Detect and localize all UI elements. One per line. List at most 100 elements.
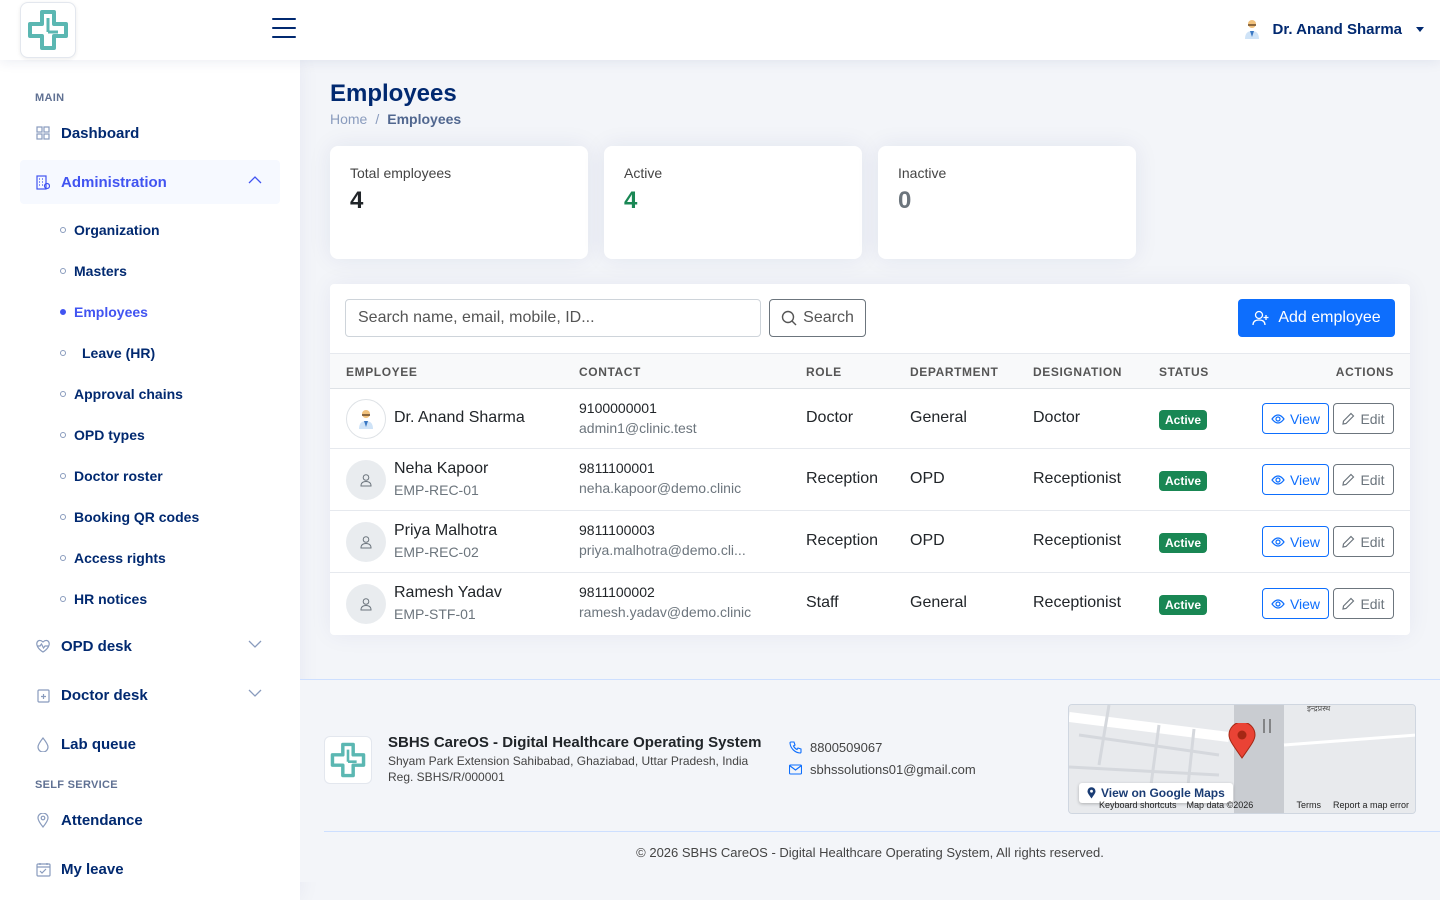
user-profile-dropdown[interactable]: Dr. Anand Sharma [1241, 18, 1424, 40]
bullet-icon [60, 514, 66, 520]
main-content: Employees Home / Employees Total employe… [300, 60, 1440, 900]
footer-registration: Reg. SBHS/R/000001 [388, 770, 505, 784]
table-row: Neha Kapoor EMP-REC-01 9811100001 neha.k… [330, 449, 1410, 511]
calendar-icon [35, 861, 51, 877]
map-keyboard-shortcuts[interactable]: Keyboard shortcuts [1099, 800, 1177, 810]
map-data: Map data ©2026 [1186, 800, 1254, 810]
sidebar-subitem-approval-chains[interactable]: Approval chains [60, 383, 183, 405]
edit-button[interactable]: Edit [1333, 403, 1394, 434]
sidebar-item-lab-queue[interactable]: Lab queue [20, 722, 280, 766]
employee-designation: Receptionist [1033, 470, 1122, 487]
breadcrumb-home-link[interactable]: Home [330, 111, 367, 127]
sidebar-item-dashboard[interactable]: Dashboard [20, 111, 280, 155]
footer-email[interactable]: sbhssolutions01@gmail.com [789, 762, 976, 777]
chevron-down-icon [248, 640, 262, 648]
sidebar-toggle-button[interactable] [272, 18, 296, 40]
bullet-icon [60, 268, 66, 274]
column-header-role: ROLE [806, 365, 842, 379]
sidebar-subitem-opd-types[interactable]: OPD types [60, 424, 145, 446]
map-report-error-link[interactable]: Report a map error [1333, 800, 1409, 810]
stat-card-inactive: Inactive 0 [878, 146, 1136, 259]
edit-button[interactable]: Edit [1333, 526, 1394, 557]
top-header: Dr. Anand Sharma [0, 0, 1440, 60]
bullet-icon [60, 432, 66, 438]
view-button[interactable]: View [1262, 588, 1329, 619]
bullet-icon [60, 350, 66, 356]
column-header-designation: DESIGNATION [1033, 365, 1123, 379]
search-button[interactable]: Search [769, 299, 866, 337]
table-header: EMPLOYEE CONTACT ROLE DEPARTMENT DESIGNA… [330, 353, 1410, 389]
bullet-icon [60, 309, 66, 315]
view-button[interactable]: View [1262, 526, 1329, 557]
employee-role: Reception [806, 532, 879, 549]
edit-button[interactable]: Edit [1333, 588, 1394, 619]
map-footer-links: Terms Report a map error [1296, 800, 1409, 810]
status-badge: Active [1159, 595, 1208, 615]
chevron-down-icon [1416, 26, 1424, 32]
medical-cross-logo-icon [330, 742, 366, 778]
search-icon [781, 310, 797, 326]
sidebar-item-attendance[interactable]: Attendance [20, 798, 280, 842]
person-icon [360, 474, 372, 487]
employee-phone: 9811100003 [579, 522, 655, 538]
sidebar-subitem-masters[interactable]: Masters [60, 260, 127, 282]
status-badge: Active [1159, 471, 1208, 491]
sidebar-item-label: Doctor desk [61, 686, 148, 704]
column-header-contact: CONTACT [579, 365, 641, 379]
employee-designation: Receptionist [1033, 594, 1122, 611]
view-button[interactable]: View [1262, 464, 1329, 495]
sidebar-subitem-employees[interactable]: Employees [60, 301, 148, 323]
employee-email: admin1@clinic.test [579, 420, 697, 436]
person-plus-icon [1252, 310, 1269, 326]
sidebar-subitem-booking-qr-codes[interactable]: Booking QR codes [60, 506, 199, 528]
heart-pulse-icon [35, 638, 51, 654]
table-row: Priya Malhotra EMP-REC-02 9811100003 pri… [330, 511, 1410, 573]
footer-phone[interactable]: 8800509067 [789, 740, 882, 755]
sidebar-subitem-hr-notices[interactable]: HR notices [60, 588, 147, 610]
column-header-employee: EMPLOYEE [346, 365, 418, 379]
breadcrumb-separator: / [375, 111, 380, 127]
sidebar-heading-main: MAIN [35, 92, 65, 104]
doctor-avatar-icon [1244, 20, 1259, 39]
sidebar-item-doctor-desk[interactable]: Doctor desk [20, 673, 280, 717]
search-input[interactable] [345, 299, 761, 337]
location-map[interactable]: इन्द्रप्रस्थ View on Google Maps Keyboar… [1068, 704, 1416, 814]
stat-value: 0 [898, 187, 912, 214]
sidebar-item-label: My leave [61, 860, 124, 878]
stat-card-active: Active 4 [604, 146, 862, 259]
add-employee-button[interactable]: Add employee [1238, 299, 1395, 337]
sidebar-subitem-access-rights[interactable]: Access rights [60, 547, 166, 569]
employee-name: Priya Malhotra [394, 522, 498, 539]
employee-department: General [910, 594, 967, 611]
sidebar-subitem-doctor-roster[interactable]: Doctor roster [60, 465, 163, 487]
edit-button[interactable]: Edit [1333, 464, 1394, 495]
employees-card: Search Add employee EMPLOYEE CONTACT ROL… [330, 284, 1410, 635]
sidebar-subitem-leave-hr[interactable]: Leave (HR) [60, 342, 155, 364]
grid-icon [35, 125, 51, 141]
employee-phone: 9811100002 [579, 584, 655, 600]
sidebar-item-label: Attendance [61, 811, 143, 829]
stat-label: Inactive [898, 165, 947, 181]
view-button[interactable]: View [1262, 403, 1329, 434]
sidebar-item-opd-desk[interactable]: OPD desk [20, 624, 280, 668]
sidebar-item-my-leave[interactable]: My leave [20, 847, 280, 891]
employee-email: priya.malhotra@demo.cli... [579, 542, 746, 558]
avatar [346, 584, 386, 624]
employee-department: OPD [910, 470, 945, 487]
employee-department: General [910, 409, 967, 426]
page-title: Employees [330, 80, 457, 107]
map-pin-icon [1228, 723, 1256, 759]
sidebar-item-administration[interactable]: Administration [20, 160, 280, 204]
person-icon [360, 536, 372, 549]
employee-phone: 9100000001 [579, 400, 657, 416]
sidebar-subitem-organization[interactable]: Organization [60, 219, 160, 241]
map-terms-link[interactable]: Terms [1296, 800, 1321, 810]
app-logo[interactable] [20, 2, 76, 58]
employee-role: Doctor [806, 409, 854, 426]
sidebar-item-label: OPD desk [61, 637, 132, 655]
eye-icon [1271, 598, 1285, 609]
stat-card-total: Total employees 4 [330, 146, 588, 259]
table-row: Ramesh Yadav EMP-STF-01 9811100002 rames… [330, 573, 1410, 635]
envelope-icon [789, 764, 802, 775]
pencil-icon [1342, 412, 1355, 425]
